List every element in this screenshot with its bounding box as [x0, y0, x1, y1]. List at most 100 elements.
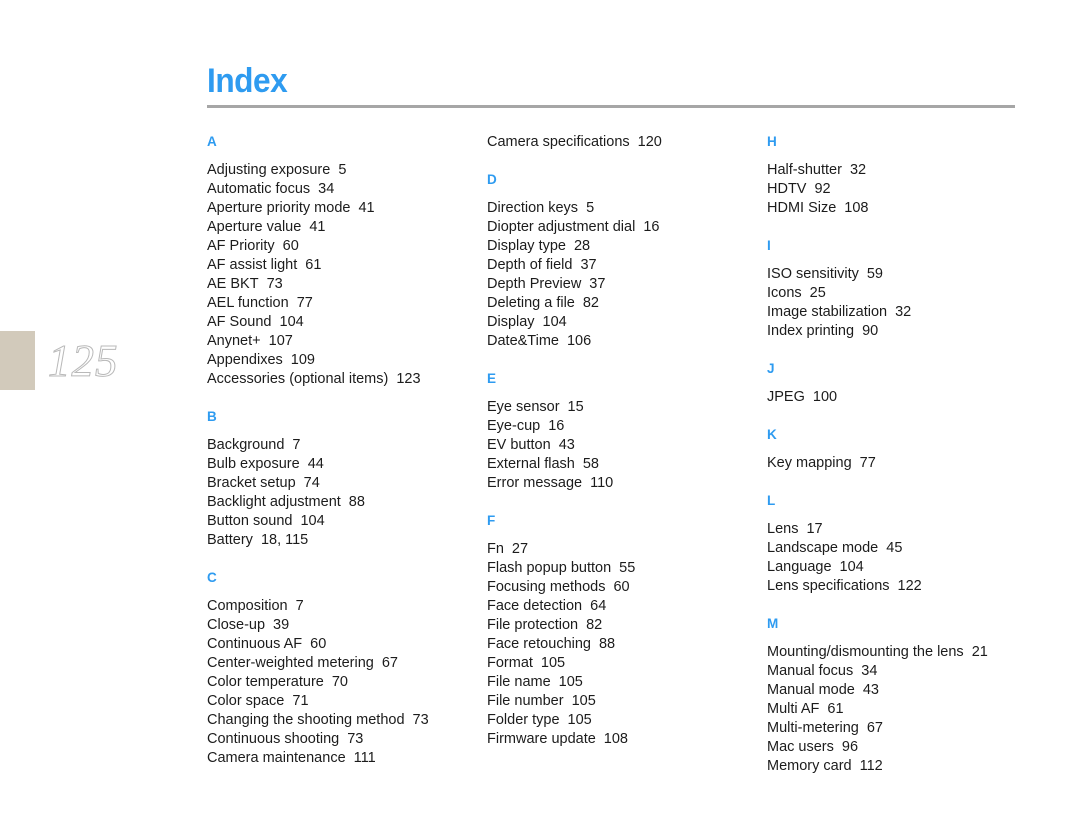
index-entry[interactable]: Landscape mode 45: [767, 539, 1047, 558]
index-entry[interactable]: Error message 110: [487, 474, 767, 493]
index-entry[interactable]: Lens specifications 122: [767, 577, 1047, 596]
index-entry[interactable]: Eye-cup 16: [487, 417, 767, 436]
index-entry-page: 16: [548, 418, 565, 434]
index-entry[interactable]: Bracket setup 74: [207, 474, 487, 493]
index-entry[interactable]: Bulb exposure 44: [207, 455, 487, 474]
index-entry-term: Landscape mode: [767, 540, 879, 556]
index-entry[interactable]: Language 104: [767, 558, 1047, 577]
page-title: Index: [207, 62, 288, 100]
index-entry[interactable]: Icons 25: [767, 284, 1047, 303]
index-entry[interactable]: Automatic focus 34: [207, 180, 487, 199]
index-entry[interactable]: Background 7: [207, 436, 487, 455]
index-entry-term: Battery: [207, 532, 253, 548]
index-entry[interactable]: Multi-metering 67: [767, 719, 1047, 738]
index-entry-page: 21: [971, 644, 988, 660]
index-entry[interactable]: Depth Preview 37: [487, 275, 767, 294]
index-entry[interactable]: Display 104: [487, 313, 767, 332]
index-entry[interactable]: Battery 18, 115: [207, 531, 487, 550]
index-entry[interactable]: Face retouching 88: [487, 635, 767, 654]
index-entry-page: 7: [295, 598, 304, 614]
index-entry[interactable]: Display type 28: [487, 237, 767, 256]
index-entry-page: 73: [266, 276, 283, 292]
index-entry[interactable]: Changing the shooting method 73: [207, 711, 487, 730]
index-entry[interactable]: JPEG 100: [767, 388, 1047, 407]
index-entry[interactable]: Date&Time 106: [487, 332, 767, 351]
index-entry[interactable]: Accessories (optional items) 123: [207, 370, 487, 389]
index-entry-page: 43: [862, 682, 879, 698]
index-entry[interactable]: File number 105: [487, 692, 767, 711]
index-entry[interactable]: Continuous shooting 73: [207, 730, 487, 749]
index-entry-page: 74: [303, 475, 320, 491]
index-entry-page: 59: [866, 266, 883, 282]
index-entry-term: Appendixes: [207, 352, 283, 368]
index-entry[interactable]: Folder type 105: [487, 711, 767, 730]
index-entry-page: 64: [590, 598, 607, 614]
index-entry[interactable]: Mounting/dismounting the lens 21: [767, 643, 1047, 662]
index-entry-page: 67: [866, 720, 883, 736]
index-entry[interactable]: Memory card 112: [767, 757, 1047, 776]
index-entry[interactable]: HDTV 92: [767, 180, 1047, 199]
index-entry[interactable]: AEL function 77: [207, 294, 487, 313]
index-entry-list: Lens 17 Landscape mode 45 Language 104 Lens sp…: [767, 520, 1047, 596]
index-entry-page: 60: [613, 579, 630, 595]
index-entry-page: 108: [844, 200, 869, 216]
index-entry[interactable]: Firmware update 108: [487, 730, 767, 749]
section-letter-heading: F: [487, 513, 496, 528]
index-entry[interactable]: Color space 71: [207, 692, 487, 711]
index-entry-term: Image stabilization: [767, 304, 888, 320]
index-entry[interactable]: Focusing methods 60: [487, 578, 767, 597]
index-entry[interactable]: Continuous AF 60: [207, 635, 487, 654]
index-entry[interactable]: Flash popup button 55: [487, 559, 767, 578]
index-entry[interactable]: Button sound 104: [207, 512, 487, 531]
index-entry[interactable]: Composition 7: [207, 597, 487, 616]
index-entry[interactable]: Format 105: [487, 654, 767, 673]
index-entry[interactable]: Manual focus 34: [767, 662, 1047, 681]
index-entry[interactable]: File protection 82: [487, 616, 767, 635]
index-entry[interactable]: ISO sensitivity 59: [767, 265, 1047, 284]
index-entry-term: Background: [207, 437, 285, 453]
section-letter-heading: J: [767, 361, 775, 376]
index-entry[interactable]: Index printing 90: [767, 322, 1047, 341]
index-entry[interactable]: AE BKT 73: [207, 275, 487, 294]
index-entry[interactable]: Center-weighted metering 67: [207, 654, 487, 673]
index-entry-page: 104: [279, 314, 304, 330]
index-entry[interactable]: EV button 43: [487, 436, 767, 455]
index-entry[interactable]: Camera specifications 120: [487, 133, 767, 152]
index-entry-term: EV button: [487, 437, 551, 453]
index-entry[interactable]: External flash 58: [487, 455, 767, 474]
section-letter-heading: B: [207, 409, 217, 424]
index-entry[interactable]: Mac users 96: [767, 738, 1047, 757]
index-entry[interactable]: Direction keys 5: [487, 199, 767, 218]
index-entry[interactable]: Backlight adjustment 88: [207, 493, 487, 512]
index-entry[interactable]: Close-up 39: [207, 616, 487, 635]
index-entry[interactable]: Image stabilization 32: [767, 303, 1047, 322]
index-entry-page: 55: [619, 560, 636, 576]
index-entry[interactable]: Anynet+ 107: [207, 332, 487, 351]
index-entry[interactable]: Diopter adjustment dial 16: [487, 218, 767, 237]
index-entry[interactable]: Manual mode 43: [767, 681, 1047, 700]
index-entry[interactable]: Deleting a file 82: [487, 294, 767, 313]
index-entry[interactable]: Adjusting exposure 5: [207, 161, 487, 180]
index-entry[interactable]: Lens 17: [767, 520, 1047, 539]
index-entry[interactable]: Aperture priority mode 41: [207, 199, 487, 218]
index-entry[interactable]: File name 105: [487, 673, 767, 692]
index-entry[interactable]: AF assist light 61: [207, 256, 487, 275]
index-entry[interactable]: Eye sensor 15: [487, 398, 767, 417]
index-entry-page: 110: [590, 475, 614, 491]
index-entry[interactable]: Fn 27: [487, 540, 767, 559]
index-entry[interactable]: Camera maintenance 111: [207, 749, 487, 768]
index-entry[interactable]: Aperture value 41: [207, 218, 487, 237]
index-entry[interactable]: Half-shutter 32: [767, 161, 1047, 180]
index-entry[interactable]: Depth of field 37: [487, 256, 767, 275]
index-entry[interactable]: Key mapping 77: [767, 454, 1047, 473]
index-entry-page: 108: [603, 731, 628, 747]
page-header: Index: [207, 62, 1015, 108]
index-entry[interactable]: Face detection 64: [487, 597, 767, 616]
index-entry[interactable]: AF Priority 60: [207, 237, 487, 256]
index-entry[interactable]: Multi AF 61: [767, 700, 1047, 719]
index-entry[interactable]: HDMI Size 108: [767, 199, 1047, 218]
index-entry-term: Manual mode: [767, 682, 855, 698]
index-entry[interactable]: Appendixes 109: [207, 351, 487, 370]
index-entry[interactable]: Color temperature 70: [207, 673, 487, 692]
index-entry[interactable]: AF Sound 104: [207, 313, 487, 332]
